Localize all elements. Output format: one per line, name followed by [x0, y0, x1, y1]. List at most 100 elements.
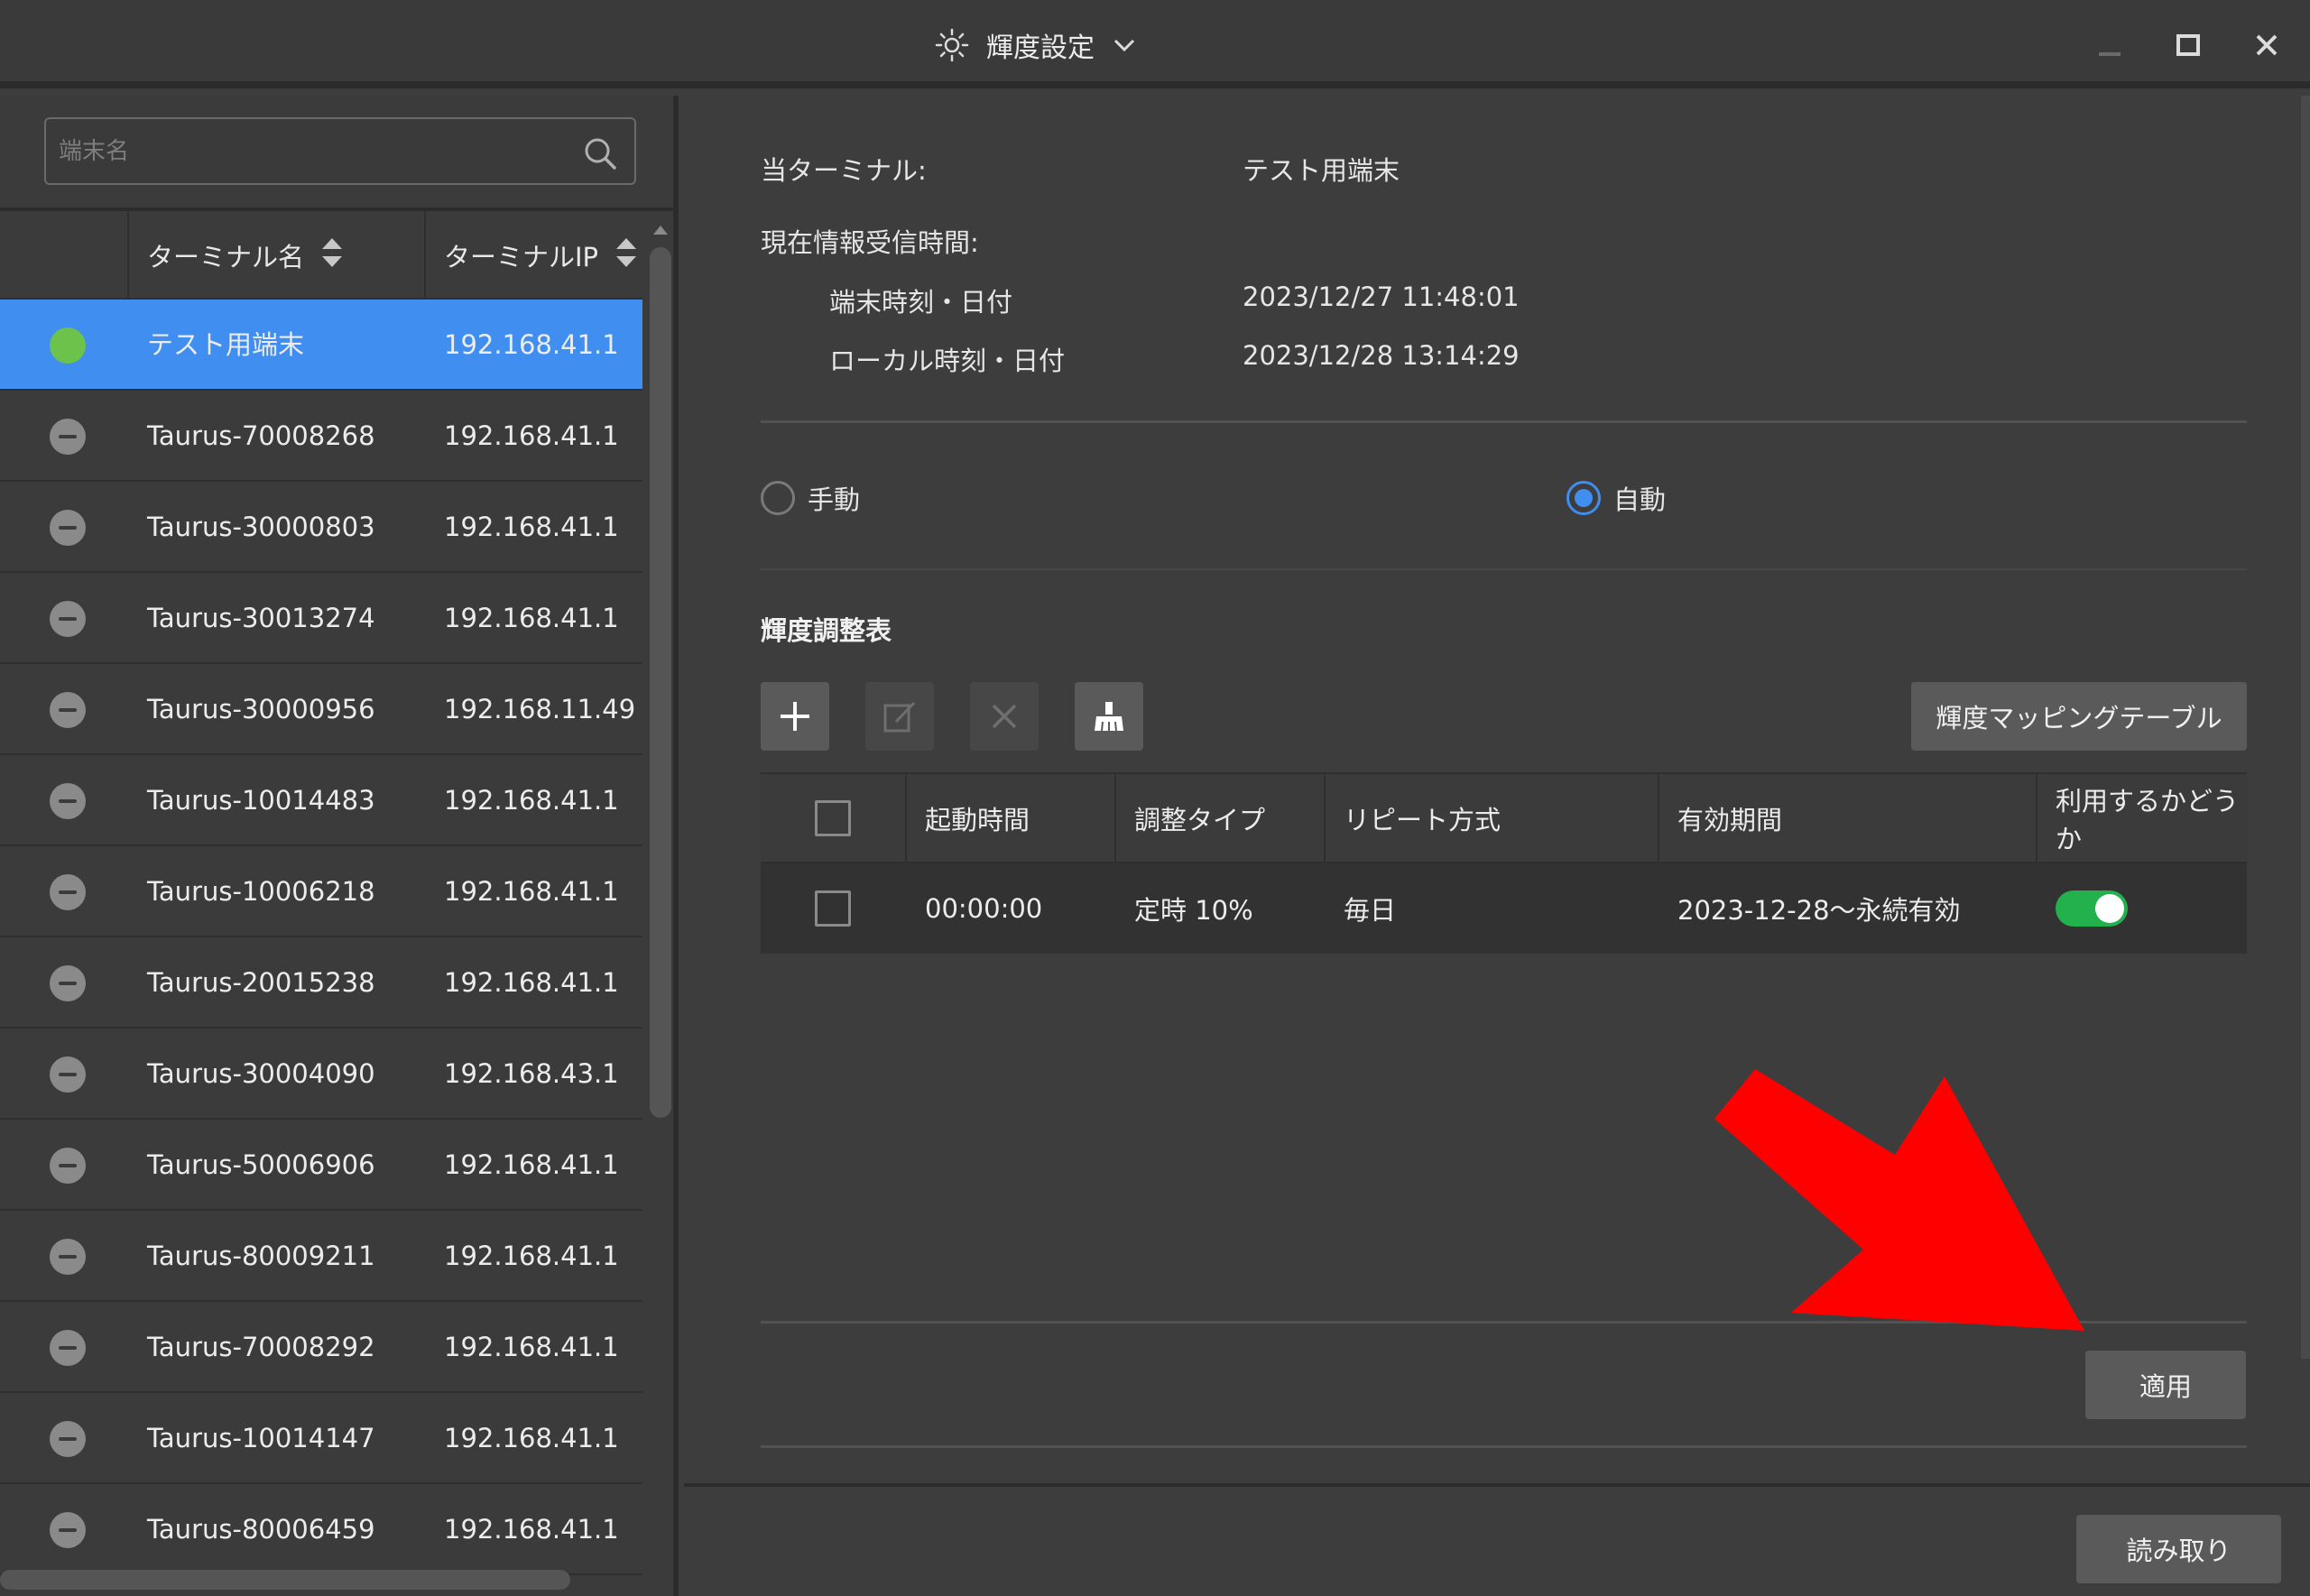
edit-button[interactable] — [865, 682, 934, 751]
terminal-ip: 192.168.41.1 — [444, 603, 619, 633]
terminal-row[interactable]: Taurus-80009211 192.168.41.1 — [0, 1211, 642, 1302]
terminal-ip: 192.168.43.1 — [444, 1058, 619, 1089]
schedule-table-header: 起動時間 調整タイプ リピート方式 有効期間 利用するかどうか — [761, 772, 2247, 863]
sort-icon[interactable] — [320, 236, 344, 275]
apply-button[interactable]: 適用 — [2085, 1351, 2246, 1419]
terminal-name: Taurus-80009211 — [147, 1241, 375, 1271]
terminal-ip: 192.168.41.1 — [444, 1241, 619, 1271]
enabled-cell — [2056, 863, 2128, 954]
clear-button[interactable] — [1075, 682, 1143, 751]
maximize-icon — [2176, 34, 2200, 56]
auto-mode-radio[interactable]: 自動 — [1566, 479, 1666, 517]
scroll-up-icon[interactable] — [648, 222, 673, 240]
terminal-row[interactable]: Taurus-70008268 192.168.41.1 — [0, 391, 642, 482]
terminal-name: Taurus-10014483 — [147, 785, 375, 816]
status-offline-icon — [50, 1239, 86, 1275]
terminal-name: Taurus-30000803 — [147, 512, 375, 542]
status-offline-icon — [50, 1421, 86, 1457]
maximize-button[interactable] — [2168, 25, 2208, 65]
schedule-table: 起動時間 調整タイプ リピート方式 有効期間 利用するかどうか 00:00:00… — [761, 772, 2247, 954]
column-divider — [424, 211, 426, 300]
status-offline-icon — [50, 874, 86, 910]
close-icon — [2256, 34, 2278, 56]
red-arrow-annotation — [1714, 1069, 2084, 1331]
terminal-ip: 192.168.41.1 — [444, 1423, 619, 1453]
column-header-adjust-type: 調整タイプ — [1134, 804, 1266, 835]
terminal-row[interactable]: Taurus-70008292 192.168.41.1 — [0, 1302, 642, 1393]
terminal-name: Taurus-50006906 — [147, 1149, 375, 1180]
terminal-row[interactable]: Taurus-20015238 192.168.41.1 — [0, 937, 642, 1029]
search-box — [44, 117, 636, 185]
search-input[interactable] — [59, 128, 564, 175]
title-bar: 輝度設定 — [0, 0, 2310, 88]
terminal-ip: 192.168.41.1 — [444, 1149, 619, 1180]
status-offline-icon — [50, 601, 86, 637]
close-button[interactable] — [2247, 25, 2287, 65]
local-time-label: ローカル時刻・日付 — [829, 346, 1066, 376]
search-icon[interactable] — [582, 135, 618, 175]
start-time-cell: 00:00:00 — [925, 893, 1043, 924]
add-button[interactable] — [761, 682, 829, 751]
sort-icon[interactable] — [614, 236, 638, 275]
terminal-row[interactable]: Taurus-80006459 192.168.41.1 — [0, 1484, 642, 1575]
terminal-name: Taurus-70008268 — [147, 420, 375, 451]
terminal-row[interactable]: Taurus-10006218 192.168.41.1 — [0, 846, 642, 937]
terminal-row[interactable]: Taurus-10014147 192.168.41.1 — [0, 1393, 642, 1484]
terminal-name: Taurus-10006218 — [147, 876, 375, 907]
window-title: 輝度設定 — [986, 32, 1095, 64]
horizontal-scrollbar-thumb[interactable] — [0, 1570, 570, 1590]
column-divider — [905, 774, 907, 862]
terminal-row[interactable]: テスト用端末 192.168.41.1 — [0, 300, 642, 391]
terminal-row[interactable]: Taurus-30004090 192.168.43.1 — [0, 1029, 642, 1120]
broom-icon — [1095, 702, 1123, 732]
delete-icon — [992, 704, 1017, 729]
schedule-row[interactable]: 00:00:00 定時 10% 毎日 2023-12-28～永続有効 — [761, 863, 2247, 954]
radio-button[interactable] — [761, 481, 795, 515]
status-offline-icon — [50, 692, 86, 728]
column-header-repeat: リピート方式 — [1344, 804, 1502, 835]
checkbox[interactable] — [815, 799, 851, 836]
minimize-icon — [2099, 52, 2121, 56]
column-header-terminal-ip[interactable]: ターミナルIP — [444, 211, 638, 300]
terminal-row[interactable]: Taurus-30000956 192.168.11.49 — [0, 664, 642, 755]
terminal-row[interactable]: Taurus-30000803 192.168.41.1 — [0, 482, 642, 573]
footer-divider — [684, 1483, 2310, 1487]
select-all-checkbox[interactable] — [815, 774, 851, 862]
terminal-row[interactable]: Taurus-10014483 192.168.41.1 — [0, 755, 642, 846]
schedule-title: 輝度調整表 — [761, 615, 892, 646]
vertical-scrollbar-thumb[interactable] — [650, 247, 671, 1118]
row-checkbox[interactable] — [815, 863, 851, 954]
terminal-ip: 192.168.41.1 — [444, 420, 619, 451]
adjust-type-cell: 定時 10% — [1134, 895, 1253, 926]
terminal-name: Taurus-80006459 — [147, 1514, 375, 1545]
terminal-name: Taurus-30013274 — [147, 603, 375, 633]
chevron-down-icon — [1111, 32, 1138, 59]
status-offline-icon — [50, 1056, 86, 1093]
delete-button[interactable] — [970, 682, 1039, 751]
column-header-terminal-name[interactable]: ターミナル名 — [147, 211, 344, 300]
terminal-time-label: 端末時刻・日付 — [829, 287, 1013, 318]
terminal-list-header: ターミナル名 ターミナルIP — [0, 211, 642, 300]
read-button[interactable]: 読み取り — [2076, 1515, 2281, 1583]
title-dropdown[interactable]: 輝度設定 — [934, 22, 1138, 69]
settings-panel: 当ターミナル: テスト用端末 現在情報受信時間: 端末時刻・日付 2023/12… — [684, 96, 2310, 1596]
local-time-value: 2023/12/28 13:14:29 — [1243, 340, 1520, 371]
vertical-scrollbar[interactable] — [2301, 96, 2310, 1359]
terminal-row[interactable]: Taurus-50006906 192.168.41.1 — [0, 1120, 642, 1211]
manual-mode-radio[interactable]: 手動 — [761, 479, 860, 517]
column-divider — [1658, 774, 1659, 862]
column-divider — [2036, 774, 2037, 862]
divider — [761, 1445, 2247, 1448]
enabled-toggle[interactable] — [2056, 890, 2128, 927]
terminal-row[interactable]: Taurus-30013274 192.168.41.1 — [0, 573, 642, 664]
minimize-button[interactable] — [2090, 25, 2130, 65]
sun-icon — [934, 27, 970, 63]
column-header-period: 有効期間 — [1677, 804, 1783, 835]
column-header-enabled: 利用するかどうか — [2056, 785, 2240, 854]
received-time-label: 現在情報受信時間: — [761, 227, 979, 258]
radio-button-selected[interactable] — [1566, 481, 1601, 515]
checkbox[interactable] — [815, 890, 851, 927]
status-offline-icon — [50, 510, 86, 546]
terminal-ip: 192.168.41.1 — [444, 512, 619, 542]
brightness-mapping-table-button[interactable]: 輝度マッピングテーブル — [1911, 682, 2247, 751]
